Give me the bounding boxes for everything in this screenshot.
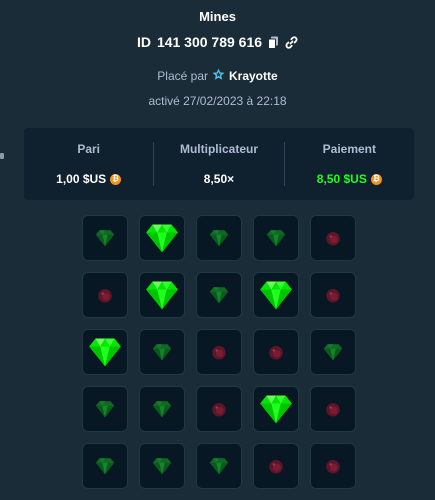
mine-tile[interactable] bbox=[310, 329, 356, 375]
gem-icon bbox=[151, 341, 173, 363]
mine-icon bbox=[210, 400, 228, 418]
gem-icon bbox=[86, 333, 124, 371]
mine-tile[interactable] bbox=[82, 215, 128, 261]
payout-value: 8,50 $US bbox=[316, 172, 367, 186]
multiplier-label: Multiplicateur bbox=[179, 142, 258, 156]
mine-tile[interactable] bbox=[310, 215, 356, 261]
gem-icon bbox=[143, 276, 181, 314]
bet-stats-panel: Pari 1,00 $US ₿ Multiplicateur 8,50× Pai… bbox=[24, 128, 414, 200]
multiplier-value-row: 8,50× bbox=[204, 172, 234, 186]
mine-tile[interactable] bbox=[139, 443, 185, 489]
mine-icon bbox=[324, 286, 342, 304]
gem-icon bbox=[265, 227, 287, 249]
mine-tile[interactable] bbox=[139, 215, 185, 261]
mine-tile[interactable] bbox=[139, 386, 185, 432]
payout-value-row: 8,50 $US ₿ bbox=[317, 172, 382, 186]
mine-tile[interactable] bbox=[253, 443, 299, 489]
mine-tile[interactable] bbox=[196, 272, 242, 318]
gem-icon bbox=[151, 455, 173, 477]
mine-icon bbox=[324, 229, 342, 247]
gem-icon bbox=[208, 227, 230, 249]
mine-tile[interactable] bbox=[196, 329, 242, 375]
mine-icon bbox=[267, 343, 285, 361]
placed-by-label: Placé par bbox=[157, 69, 208, 83]
gem-icon bbox=[257, 390, 295, 428]
gem-icon bbox=[94, 398, 116, 420]
activation-date: activé 27/02/2023 à 22:18 bbox=[148, 94, 287, 108]
payout-stat: Paiement 8,50 $US ₿ bbox=[283, 142, 414, 186]
mine-tile[interactable] bbox=[196, 386, 242, 432]
mine-tile[interactable] bbox=[82, 329, 128, 375]
mine-tile[interactable] bbox=[82, 443, 128, 489]
game-title: Mines bbox=[199, 9, 236, 24]
copy-icon[interactable] bbox=[268, 36, 279, 49]
bet-value-row: 1,00 $US ₿ bbox=[56, 172, 122, 186]
gem-icon bbox=[322, 341, 344, 363]
bet-label: Pari bbox=[77, 142, 100, 156]
gem-icon bbox=[94, 227, 116, 249]
placed-by-row: Placé par Krayotte bbox=[0, 68, 435, 84]
mine-tile[interactable] bbox=[196, 443, 242, 489]
gem-icon bbox=[151, 398, 173, 420]
mine-tile[interactable] bbox=[139, 272, 185, 318]
gem-icon bbox=[257, 276, 295, 314]
multiplier-stat: Multiplicateur 8,50× bbox=[153, 142, 283, 186]
bet-id-value: 141 300 789 616 bbox=[156, 34, 263, 50]
left-edge-marker bbox=[0, 153, 4, 159]
bet-stat: Pari 1,00 $US ₿ bbox=[24, 142, 153, 186]
mines-grid bbox=[82, 215, 356, 489]
mine-icon bbox=[96, 286, 114, 304]
mine-tile[interactable] bbox=[196, 215, 242, 261]
mine-icon bbox=[324, 400, 342, 418]
mine-tile[interactable] bbox=[310, 443, 356, 489]
mine-tile[interactable] bbox=[310, 386, 356, 432]
bet-value: 1,00 $US bbox=[56, 172, 107, 186]
mine-tile[interactable] bbox=[253, 329, 299, 375]
bitcoin-icon: ₿ bbox=[110, 173, 122, 185]
payout-label: Paiement bbox=[322, 142, 376, 156]
mine-tile[interactable] bbox=[82, 386, 128, 432]
player-name-link[interactable]: Krayotte bbox=[229, 69, 278, 83]
mine-tile[interactable] bbox=[253, 386, 299, 432]
mine-tile[interactable] bbox=[139, 329, 185, 375]
link-icon[interactable] bbox=[285, 35, 298, 49]
gem-icon bbox=[143, 219, 181, 257]
mine-icon bbox=[267, 457, 285, 475]
mine-tile[interactable] bbox=[82, 272, 128, 318]
star-icon bbox=[212, 68, 225, 84]
multiplier-value: 8,50× bbox=[203, 172, 235, 186]
mine-icon bbox=[210, 343, 228, 361]
mine-icon bbox=[324, 457, 342, 475]
mine-tile[interactable] bbox=[253, 215, 299, 261]
gem-icon bbox=[208, 455, 230, 477]
mine-tile[interactable] bbox=[310, 272, 356, 318]
gem-icon bbox=[94, 455, 116, 477]
mine-tile[interactable] bbox=[253, 272, 299, 318]
bet-id-prefix: ID bbox=[136, 34, 151, 50]
bitcoin-icon: ₿ bbox=[370, 173, 382, 185]
gem-icon bbox=[208, 284, 230, 306]
bet-id-row: ID 141 300 789 616 bbox=[0, 34, 435, 50]
